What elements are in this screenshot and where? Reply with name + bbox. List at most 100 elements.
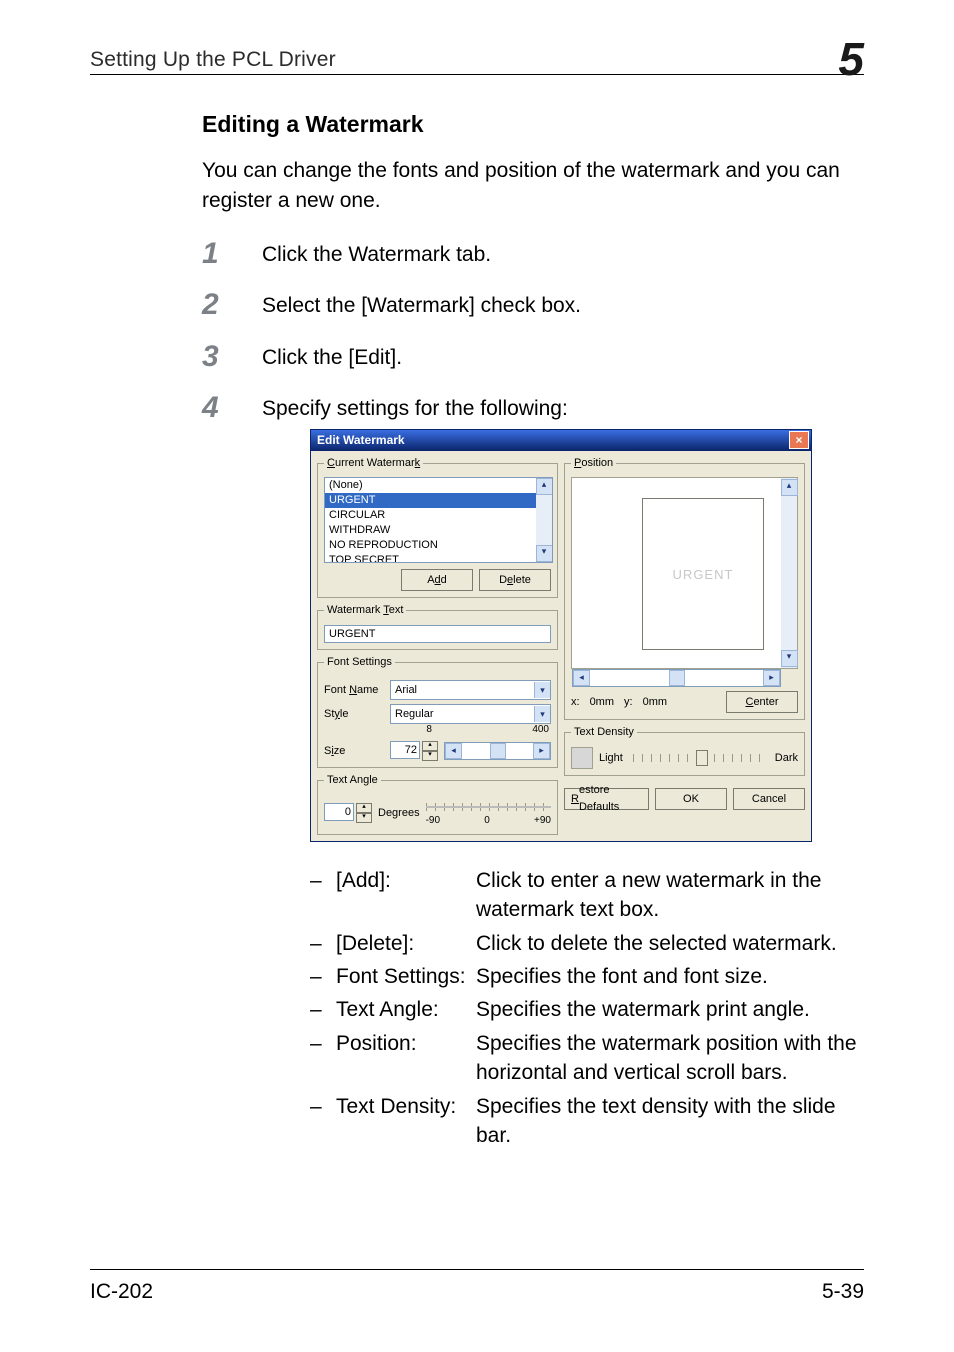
edit-watermark-dialog: Edit Watermark × Current Watermark (310, 429, 812, 842)
watermark-text-input[interactable] (324, 625, 551, 643)
current-watermark-legend: Current Watermark (324, 455, 423, 472)
step-1: Click the Watermark tab. (202, 239, 864, 271)
font-settings-legend: Font Settings (324, 654, 395, 671)
footer-left: IC-202 (90, 1280, 153, 1304)
font-settings-group: Font Settings Font Name Arial ▾ (317, 654, 558, 769)
preview-watermark-text: URGENT (673, 565, 734, 585)
add-button[interactable]: Add (401, 569, 473, 591)
list-item[interactable]: TOP SECRET (325, 553, 536, 563)
running-head-chapter: 5 (838, 40, 864, 78)
spin-down-icon[interactable]: ▾ (422, 751, 438, 761)
term-density: Text Density: (336, 1092, 476, 1151)
position-legend: Position (571, 455, 616, 472)
angle-unit: Degrees (378, 805, 420, 822)
preview-horizontal-scrollbar[interactable]: ◂ ▸ (572, 669, 781, 687)
close-icon[interactable]: × (789, 431, 809, 449)
delete-button[interactable]: Delete (479, 569, 551, 591)
footer-right: 5-39 (822, 1280, 864, 1304)
spin-down-icon[interactable]: ▾ (356, 813, 372, 823)
center-button[interactable]: Center (726, 691, 798, 713)
preview-page: URGENT (642, 498, 764, 650)
font-style-value: Regular (395, 706, 434, 723)
angle-input[interactable] (324, 803, 354, 821)
scroll-down-icon[interactable]: ▾ (781, 650, 798, 667)
list-item[interactable]: NO REPRODUCTION (325, 538, 536, 553)
term-font: Font Settings: (336, 962, 476, 991)
text-density-legend: Text Density (571, 724, 637, 741)
pos-x-value: 0mm (590, 694, 614, 711)
font-size-input[interactable] (390, 741, 420, 759)
list-item[interactable]: URGENT (325, 493, 536, 508)
density-slider[interactable] (633, 754, 765, 762)
spin-up-icon[interactable]: ▴ (422, 741, 438, 751)
angle-max: +90 (534, 813, 551, 828)
scroll-up-icon[interactable]: ▴ (781, 479, 798, 496)
scroll-right-icon[interactable]: ▸ (763, 670, 780, 686)
slider-thumb[interactable] (490, 743, 506, 759)
density-light-label: Light (599, 750, 623, 767)
desc-position: Specifies the watermark position with th… (476, 1029, 864, 1088)
font-name-label: Font Name (324, 682, 384, 699)
chevron-down-icon[interactable]: ▾ (534, 682, 550, 698)
font-size-label: Size (324, 743, 384, 760)
font-style-select[interactable]: Regular ▾ (390, 704, 551, 724)
angle-mid: 0 (484, 813, 490, 828)
step-4: Specify settings for the following: Edit… (202, 393, 864, 1150)
position-preview[interactable]: URGENT ▴ ▾ (571, 477, 798, 669)
density-swatch (571, 747, 593, 769)
page-heading: Editing a Watermark (202, 111, 864, 138)
font-style-label: Style (324, 706, 384, 723)
angle-min: -90 (426, 813, 440, 828)
scroll-left-icon[interactable]: ◂ (573, 670, 590, 686)
text-angle-legend: Text Angle (324, 772, 381, 789)
size-min: 8 (426, 722, 432, 737)
current-watermark-group: Current Watermark (None) URGENT CIRCULAR… (317, 455, 558, 599)
slider-thumb[interactable] (696, 750, 708, 766)
density-dark-label: Dark (775, 750, 798, 767)
scroll-down-icon[interactable]: ▾ (536, 545, 553, 562)
watermark-text-group: Watermark Text (317, 602, 558, 650)
step-2: Select the [Watermark] check box. (202, 290, 864, 322)
slider-right-icon[interactable]: ▸ (533, 743, 550, 759)
scroll-up-icon[interactable]: ▴ (536, 478, 553, 495)
cancel-button[interactable]: Cancel (733, 788, 805, 810)
font-name-select[interactable]: Arial ▾ (390, 680, 551, 700)
size-max: 400 (532, 722, 549, 737)
pos-y-value: 0mm (643, 694, 667, 711)
pos-x-label: x: (571, 694, 580, 711)
desc-angle: Specifies the watermark print angle. (476, 995, 864, 1024)
running-head-section: Setting Up the PCL Driver (90, 48, 336, 72)
pos-y-label: y: (624, 694, 633, 711)
watermark-text-legend: Watermark Text (324, 602, 406, 619)
angle-stepper[interactable]: ▴ ▾ (324, 803, 372, 823)
list-item[interactable]: CIRCULAR (325, 508, 536, 523)
chevron-down-icon[interactable]: ▾ (534, 706, 550, 722)
font-size-slider[interactable]: ◂ ▸ (444, 742, 551, 760)
dialog-title: Edit Watermark (317, 431, 405, 449)
ok-button[interactable]: OK (655, 788, 727, 810)
scroll-thumb[interactable] (669, 670, 685, 686)
desc-density: Specifies the text density with the slid… (476, 1092, 864, 1151)
list-scrollbar[interactable]: ▴ ▾ (536, 478, 552, 562)
step-3: Click the [Edit]. (202, 342, 864, 374)
slider-left-icon[interactable]: ◂ (445, 743, 462, 759)
term-angle: Text Angle: (336, 995, 476, 1024)
position-group: Position URGENT ▴ ▾ (564, 455, 805, 721)
angle-slider[interactable] (426, 803, 551, 811)
font-size-stepper[interactable]: ▴ ▾ (390, 741, 438, 761)
term-position: Position: (336, 1029, 476, 1088)
term-add: [Add]: (336, 866, 476, 925)
text-density-group: Text Density Light Dark (564, 724, 805, 776)
text-angle-group: Text Angle ▴ ▾ (317, 772, 558, 835)
list-item[interactable]: (None) (325, 478, 536, 493)
term-delete: [Delete]: (336, 929, 476, 958)
desc-font: Specifies the font and font size. (476, 962, 864, 991)
list-item[interactable]: WITHDRAW (325, 523, 536, 538)
watermark-listbox[interactable]: (None) URGENT CIRCULAR WITHDRAW NO REPRO… (324, 477, 553, 563)
intro-paragraph: You can change the fonts and position of… (202, 156, 864, 217)
step-4-text: Specify settings for the following: (262, 397, 568, 420)
restore-defaults-button[interactable]: Restore Defaults (564, 788, 649, 810)
preview-vertical-scrollbar[interactable]: ▴ ▾ (781, 478, 797, 668)
desc-delete: Click to delete the selected watermark. (476, 929, 864, 958)
spin-up-icon[interactable]: ▴ (356, 803, 372, 813)
